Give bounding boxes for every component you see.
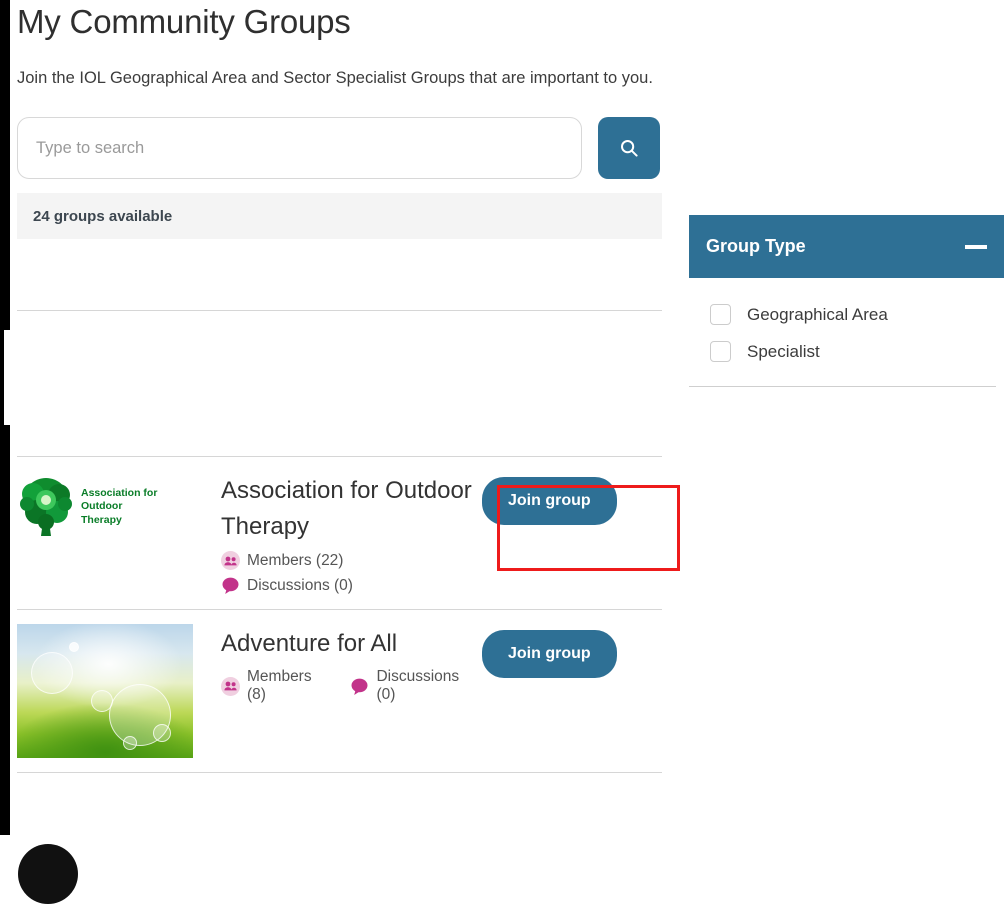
group-meta: Members (22) Discussions (0): [221, 551, 482, 595]
main-content-column: My Community Groups Join the IOL Geograp…: [17, 0, 662, 773]
logo-line-2: Outdoor: [81, 500, 123, 513]
checkbox-specialist[interactable]: [710, 341, 731, 362]
members-count: Members (22): [221, 551, 482, 570]
discussions-label: Discussions (0): [376, 668, 460, 703]
checkbox-geographical-area[interactable]: [710, 304, 731, 325]
list-item[interactable]: [17, 311, 662, 457]
filter-option-specialist[interactable]: Specialist: [689, 333, 996, 370]
group-name[interactable]: Association for Outdoor Therapy: [221, 473, 481, 545]
floating-chat-widget-button[interactable]: [18, 844, 78, 904]
logo-line-1: Association for: [81, 486, 158, 499]
list-item[interactable]: Association for Outdoor Therapy Associat…: [17, 457, 662, 610]
filter-option-label: Geographical Area: [747, 304, 888, 324]
filter-option-label: Specialist: [747, 341, 820, 361]
filter-panel-title: Group Type: [706, 236, 806, 256]
left-edge-bar-middle: [0, 330, 4, 425]
search-row: [17, 117, 662, 179]
filter-panel-header[interactable]: Group Type: [689, 215, 1004, 278]
page-root: My Community Groups Join the IOL Geograp…: [0, 0, 1004, 904]
group-meta: Members (8) Discussions (0): [221, 668, 482, 704]
discussions-count: Discussions (0): [350, 668, 482, 704]
left-edge-bar-top: [0, 0, 10, 330]
members-label: Members (22): [247, 551, 344, 569]
page-intro-text: Join the IOL Geographical Area and Secto…: [17, 69, 653, 87]
filter-panel: Group Type Geographical Area Specialist: [689, 215, 1004, 387]
results-count-text: 24 groups available: [33, 207, 173, 225]
group-name[interactable]: Adventure for All: [221, 626, 482, 662]
join-group-button[interactable]: Join group: [482, 477, 617, 525]
bokeh-circle: [153, 724, 171, 742]
group-action: Join group: [482, 471, 662, 525]
left-edge-bar-bottom: [0, 425, 10, 835]
logo-wordmark: Association for Outdoor Therapy: [81, 487, 157, 528]
results-count-bar: 24 groups available: [17, 193, 662, 239]
list-item[interactable]: Adventure for All Members (8) Discussion…: [17, 610, 662, 773]
group-logo: Association for Outdoor Therapy: [17, 471, 193, 543]
members-icon: [221, 551, 240, 570]
bokeh-circle: [91, 690, 113, 712]
search-input[interactable]: [17, 117, 582, 179]
bokeh-circle: [69, 642, 79, 652]
group-action: Join group: [482, 624, 662, 678]
join-group-button[interactable]: Join group: [482, 630, 617, 678]
bokeh-circle: [31, 652, 73, 694]
search-icon: [619, 138, 639, 158]
members-icon: [221, 676, 240, 696]
group-info: Adventure for All Members (8) Discussion…: [221, 624, 482, 704]
search-button[interactable]: [598, 117, 660, 179]
members-count: Members (8): [221, 668, 334, 704]
bokeh-circle: [123, 736, 137, 750]
group-thumbnail: [17, 624, 193, 758]
group-info: Association for Outdoor Therapy Members …: [221, 471, 482, 595]
meadow-photo-image: [17, 624, 193, 758]
minus-icon[interactable]: [965, 244, 987, 249]
filter-option-geographical-area[interactable]: Geographical Area: [689, 296, 996, 333]
logo-line-3: Therapy: [81, 513, 122, 526]
discussions-icon: [350, 677, 369, 696]
members-label: Members (8): [247, 668, 312, 703]
list-item[interactable]: [17, 239, 662, 311]
filter-option-list: Geographical Area Specialist: [689, 278, 996, 387]
discussions-count: Discussions (0): [221, 576, 482, 595]
association-for-outdoor-therapy-logo: Association for Outdoor Therapy: [17, 471, 193, 543]
discussions-label: Discussions (0): [247, 576, 353, 594]
page-title: My Community Groups: [17, 3, 351, 40]
tree-logo-icon: [17, 476, 75, 538]
discussions-icon: [221, 576, 240, 595]
group-list: Association for Outdoor Therapy Associat…: [17, 239, 662, 773]
